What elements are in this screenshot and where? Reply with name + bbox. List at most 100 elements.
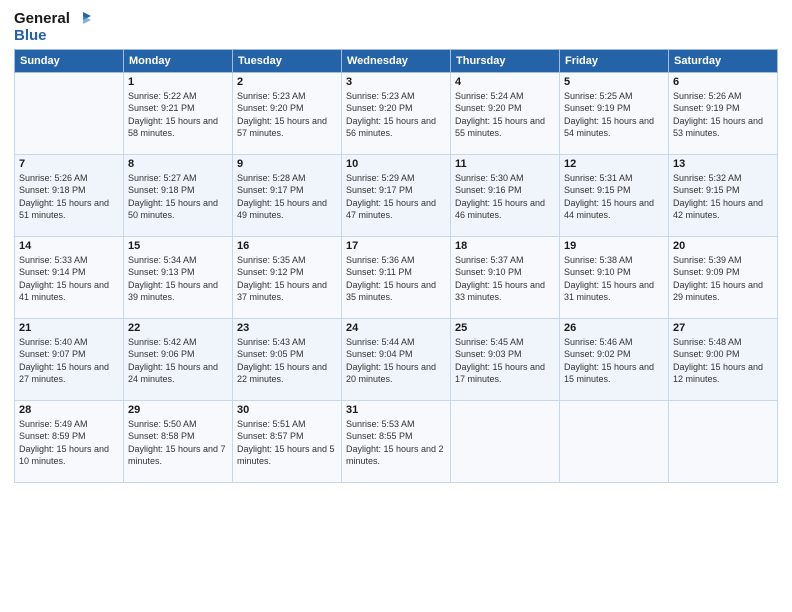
day-cell: 2 Sunrise: 5:23 AMSunset: 9:20 PMDayligh… bbox=[233, 72, 342, 154]
day-number: 25 bbox=[455, 322, 555, 334]
day-number: 4 bbox=[455, 76, 555, 88]
day-detail: Sunrise: 5:53 AMSunset: 8:55 PMDaylight:… bbox=[346, 418, 446, 468]
day-cell: 27 Sunrise: 5:48 AMSunset: 9:00 PMDaylig… bbox=[669, 318, 778, 400]
day-number: 5 bbox=[564, 76, 664, 88]
day-number: 17 bbox=[346, 240, 446, 252]
day-number: 20 bbox=[673, 240, 773, 252]
day-number: 18 bbox=[455, 240, 555, 252]
day-number: 6 bbox=[673, 76, 773, 88]
day-detail: Sunrise: 5:30 AMSunset: 9:16 PMDaylight:… bbox=[455, 172, 555, 222]
day-cell: 10 Sunrise: 5:29 AMSunset: 9:17 PMDaylig… bbox=[342, 154, 451, 236]
day-cell: 22 Sunrise: 5:42 AMSunset: 9:06 PMDaylig… bbox=[124, 318, 233, 400]
day-number: 21 bbox=[19, 322, 119, 334]
day-detail: Sunrise: 5:32 AMSunset: 9:15 PMDaylight:… bbox=[673, 172, 773, 222]
week-row-5: 28 Sunrise: 5:49 AMSunset: 8:59 PMDaylig… bbox=[15, 400, 778, 482]
logo-blue: Blue bbox=[14, 28, 91, 45]
header: General Blue bbox=[14, 10, 778, 45]
day-number: 14 bbox=[19, 240, 119, 252]
day-number: 29 bbox=[128, 404, 228, 416]
day-detail: Sunrise: 5:44 AMSunset: 9:04 PMDaylight:… bbox=[346, 336, 446, 386]
day-cell bbox=[669, 400, 778, 482]
day-number: 10 bbox=[346, 158, 446, 170]
day-detail: Sunrise: 5:23 AMSunset: 9:20 PMDaylight:… bbox=[237, 90, 337, 140]
day-number: 13 bbox=[673, 158, 773, 170]
day-detail: Sunrise: 5:36 AMSunset: 9:11 PMDaylight:… bbox=[346, 254, 446, 304]
day-number: 15 bbox=[128, 240, 228, 252]
day-detail: Sunrise: 5:49 AMSunset: 8:59 PMDaylight:… bbox=[19, 418, 119, 468]
day-cell: 5 Sunrise: 5:25 AMSunset: 9:19 PMDayligh… bbox=[560, 72, 669, 154]
day-detail: Sunrise: 5:40 AMSunset: 9:07 PMDaylight:… bbox=[19, 336, 119, 386]
header-day-monday: Monday bbox=[124, 49, 233, 72]
day-cell bbox=[15, 72, 124, 154]
day-cell: 26 Sunrise: 5:46 AMSunset: 9:02 PMDaylig… bbox=[560, 318, 669, 400]
day-number: 31 bbox=[346, 404, 446, 416]
week-row-1: 1 Sunrise: 5:22 AMSunset: 9:21 PMDayligh… bbox=[15, 72, 778, 154]
day-detail: Sunrise: 5:46 AMSunset: 9:02 PMDaylight:… bbox=[564, 336, 664, 386]
day-number: 11 bbox=[455, 158, 555, 170]
day-detail: Sunrise: 5:29 AMSunset: 9:17 PMDaylight:… bbox=[346, 172, 446, 222]
day-number: 19 bbox=[564, 240, 664, 252]
day-detail: Sunrise: 5:31 AMSunset: 9:15 PMDaylight:… bbox=[564, 172, 664, 222]
day-cell: 23 Sunrise: 5:43 AMSunset: 9:05 PMDaylig… bbox=[233, 318, 342, 400]
day-number: 2 bbox=[237, 76, 337, 88]
day-number: 26 bbox=[564, 322, 664, 334]
calendar-table: SundayMondayTuesdayWednesdayThursdayFrid… bbox=[14, 49, 778, 483]
header-day-wednesday: Wednesday bbox=[342, 49, 451, 72]
day-detail: Sunrise: 5:27 AMSunset: 9:18 PMDaylight:… bbox=[128, 172, 228, 222]
day-cell: 20 Sunrise: 5:39 AMSunset: 9:09 PMDaylig… bbox=[669, 236, 778, 318]
header-day-friday: Friday bbox=[560, 49, 669, 72]
day-detail: Sunrise: 5:42 AMSunset: 9:06 PMDaylight:… bbox=[128, 336, 228, 386]
week-row-3: 14 Sunrise: 5:33 AMSunset: 9:14 PMDaylig… bbox=[15, 236, 778, 318]
day-cell: 30 Sunrise: 5:51 AMSunset: 8:57 PMDaylig… bbox=[233, 400, 342, 482]
day-cell: 4 Sunrise: 5:24 AMSunset: 9:20 PMDayligh… bbox=[451, 72, 560, 154]
day-number: 16 bbox=[237, 240, 337, 252]
day-cell: 13 Sunrise: 5:32 AMSunset: 9:15 PMDaylig… bbox=[669, 154, 778, 236]
day-cell: 31 Sunrise: 5:53 AMSunset: 8:55 PMDaylig… bbox=[342, 400, 451, 482]
header-day-sunday: Sunday bbox=[15, 49, 124, 72]
day-number: 9 bbox=[237, 158, 337, 170]
day-detail: Sunrise: 5:38 AMSunset: 9:10 PMDaylight:… bbox=[564, 254, 664, 304]
page-container: General Blue SundayMondayTuesdayWednesda… bbox=[0, 0, 792, 489]
day-cell: 7 Sunrise: 5:26 AMSunset: 9:18 PMDayligh… bbox=[15, 154, 124, 236]
day-cell: 11 Sunrise: 5:30 AMSunset: 9:16 PMDaylig… bbox=[451, 154, 560, 236]
day-number: 1 bbox=[128, 76, 228, 88]
day-detail: Sunrise: 5:26 AMSunset: 9:19 PMDaylight:… bbox=[673, 90, 773, 140]
day-cell: 16 Sunrise: 5:35 AMSunset: 9:12 PMDaylig… bbox=[233, 236, 342, 318]
day-detail: Sunrise: 5:51 AMSunset: 8:57 PMDaylight:… bbox=[237, 418, 337, 468]
day-detail: Sunrise: 5:45 AMSunset: 9:03 PMDaylight:… bbox=[455, 336, 555, 386]
day-number: 8 bbox=[128, 158, 228, 170]
day-number: 3 bbox=[346, 76, 446, 88]
day-detail: Sunrise: 5:25 AMSunset: 9:19 PMDaylight:… bbox=[564, 90, 664, 140]
day-detail: Sunrise: 5:39 AMSunset: 9:09 PMDaylight:… bbox=[673, 254, 773, 304]
day-cell: 28 Sunrise: 5:49 AMSunset: 8:59 PMDaylig… bbox=[15, 400, 124, 482]
day-detail: Sunrise: 5:48 AMSunset: 9:00 PMDaylight:… bbox=[673, 336, 773, 386]
day-detail: Sunrise: 5:24 AMSunset: 9:20 PMDaylight:… bbox=[455, 90, 555, 140]
day-cell: 8 Sunrise: 5:27 AMSunset: 9:18 PMDayligh… bbox=[124, 154, 233, 236]
header-day-tuesday: Tuesday bbox=[233, 49, 342, 72]
header-day-saturday: Saturday bbox=[669, 49, 778, 72]
day-number: 22 bbox=[128, 322, 228, 334]
day-detail: Sunrise: 5:37 AMSunset: 9:10 PMDaylight:… bbox=[455, 254, 555, 304]
day-cell: 3 Sunrise: 5:23 AMSunset: 9:20 PMDayligh… bbox=[342, 72, 451, 154]
day-number: 7 bbox=[19, 158, 119, 170]
day-detail: Sunrise: 5:35 AMSunset: 9:12 PMDaylight:… bbox=[237, 254, 337, 304]
day-cell: 25 Sunrise: 5:45 AMSunset: 9:03 PMDaylig… bbox=[451, 318, 560, 400]
day-cell bbox=[560, 400, 669, 482]
day-cell: 17 Sunrise: 5:36 AMSunset: 9:11 PMDaylig… bbox=[342, 236, 451, 318]
week-row-4: 21 Sunrise: 5:40 AMSunset: 9:07 PMDaylig… bbox=[15, 318, 778, 400]
header-day-thursday: Thursday bbox=[451, 49, 560, 72]
day-cell: 29 Sunrise: 5:50 AMSunset: 8:58 PMDaylig… bbox=[124, 400, 233, 482]
day-number: 24 bbox=[346, 322, 446, 334]
day-number: 28 bbox=[19, 404, 119, 416]
day-cell: 1 Sunrise: 5:22 AMSunset: 9:21 PMDayligh… bbox=[124, 72, 233, 154]
day-detail: Sunrise: 5:23 AMSunset: 9:20 PMDaylight:… bbox=[346, 90, 446, 140]
day-cell bbox=[451, 400, 560, 482]
week-row-2: 7 Sunrise: 5:26 AMSunset: 9:18 PMDayligh… bbox=[15, 154, 778, 236]
day-cell: 9 Sunrise: 5:28 AMSunset: 9:17 PMDayligh… bbox=[233, 154, 342, 236]
logo: General Blue bbox=[14, 10, 91, 45]
day-number: 12 bbox=[564, 158, 664, 170]
day-detail: Sunrise: 5:50 AMSunset: 8:58 PMDaylight:… bbox=[128, 418, 228, 468]
day-detail: Sunrise: 5:43 AMSunset: 9:05 PMDaylight:… bbox=[237, 336, 337, 386]
day-detail: Sunrise: 5:22 AMSunset: 9:21 PMDaylight:… bbox=[128, 90, 228, 140]
day-detail: Sunrise: 5:26 AMSunset: 9:18 PMDaylight:… bbox=[19, 172, 119, 222]
